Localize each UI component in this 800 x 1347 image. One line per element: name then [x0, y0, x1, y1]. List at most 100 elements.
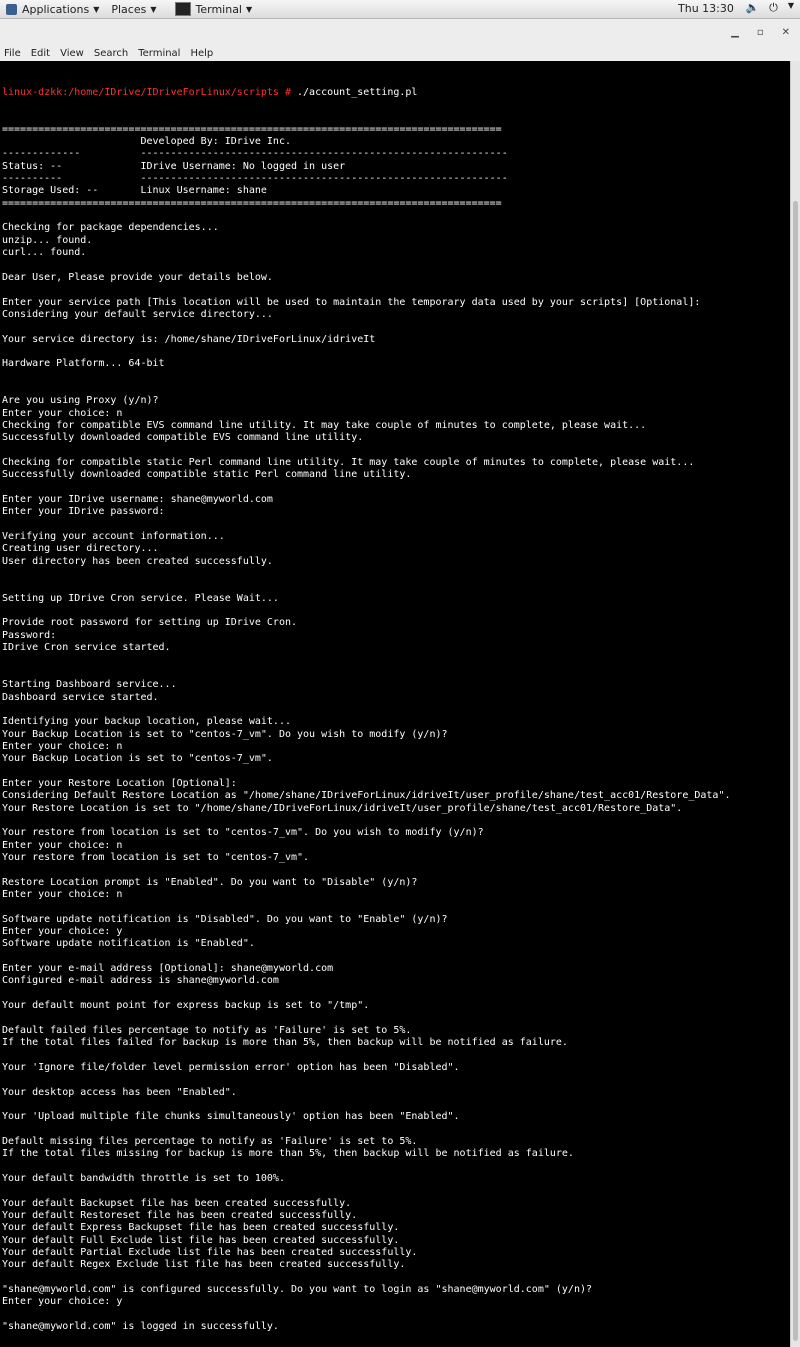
system-tray[interactable]: 🔈 ⏻ ▼ — [745, 1, 794, 15]
menu-view[interactable]: View — [60, 48, 84, 59]
chevron-down-icon: ▼ — [93, 4, 100, 14]
menu-file[interactable]: File — [4, 48, 21, 59]
terminal-line: Creating user directory... — [2, 543, 159, 555]
terminal-line: Default missing files percentage to noti… — [2, 1135, 418, 1147]
chevron-down-icon: ▼ — [246, 4, 253, 14]
terminal-line: Software update notification is "Disable… — [2, 913, 448, 925]
terminal-taskbar-button[interactable]: Terminal ▼ — [169, 0, 259, 18]
terminal-line: Dashboard service started. — [2, 691, 159, 703]
places-label: Places — [111, 2, 147, 16]
terminal-line: Your default Backupset file has been cre… — [2, 1197, 352, 1209]
command-text: ./account_setting.pl — [290, 86, 418, 98]
terminal-line: "shane@myworld.com" is logged in success… — [2, 1321, 279, 1333]
terminal-line: Checking for compatible static Perl comm… — [2, 457, 695, 468]
command-line: linux-dzkk:/home/IDrive/IDriveForLinux/s… — [2, 87, 790, 99]
terminal-menubar: File Edit View Search Terminal Help — [0, 46, 800, 61]
terminal-line: Checking for compatible EVS command line… — [2, 419, 647, 431]
terminal-icon — [174, 2, 191, 16]
terminal-line: If the total files missing for backup is… — [2, 1148, 574, 1160]
terminal-scrollbar[interactable] — [790, 61, 800, 1347]
applications-menu[interactable]: Applications ▼ — [0, 0, 105, 18]
terminal-line: Are you using Proxy (y/n)? — [2, 395, 159, 407]
power-icon[interactable]: ⏻ — [769, 1, 778, 15]
terminal-line: Software update notification is "Enabled… — [2, 938, 255, 950]
terminal-line: Setting up IDrive Cron service. Please W… — [2, 592, 279, 604]
window-controls: ▁ ▫ ✕ — [731, 27, 790, 38]
terminal-line: Considering Default Restore Location as … — [2, 790, 731, 802]
terminal-line: IDrive Cron service started. — [2, 642, 171, 654]
maximize-icon[interactable]: ▫ — [757, 27, 764, 38]
window-titlebar[interactable] — [0, 19, 800, 46]
scrollbar-thumb[interactable] — [793, 201, 798, 1341]
terminal-line: Your default Partial Exclude list file h… — [2, 1247, 418, 1258]
close-icon[interactable]: ✕ — [782, 27, 790, 38]
terminal-line: Your desktop access has been "Enabled". — [2, 1086, 237, 1098]
terminal-line: Your default bandwidth throttle is set t… — [2, 1172, 285, 1184]
terminal-line: Your Restore Location is set to "/home/s… — [2, 802, 683, 814]
clock[interactable]: Thu 13:30 — [678, 2, 734, 15]
minimize-icon[interactable]: ▁ — [731, 27, 739, 38]
chevron-down-icon[interactable]: ▼ — [788, 1, 794, 15]
terminal-line: Your default Restoreset file has been cr… — [2, 1209, 358, 1221]
terminal-line: Identifying your backup location, please… — [2, 716, 291, 728]
terminal-line: If the total files failed for backup is … — [2, 1037, 568, 1049]
menu-terminal[interactable]: Terminal — [138, 48, 180, 59]
terminal-line: Successfully downloaded compatible stati… — [2, 469, 412, 481]
menu-help[interactable]: Help — [190, 48, 213, 59]
terminal-line: Your service directory is: /home/shane/I… — [2, 333, 376, 345]
terminal-line: Configured e-mail address is shane@mywor… — [2, 975, 279, 987]
terminal-task-label: Terminal — [195, 2, 243, 16]
terminal-line: Developed By: IDrive Inc. — [2, 136, 291, 148]
terminal-line: Enter your IDrive username: shane@myworl… — [2, 494, 273, 506]
menu-search[interactable]: Search — [94, 48, 128, 59]
terminal-output[interactable]: linux-dzkk:/home/IDrive/IDriveForLinux/s… — [0, 61, 790, 1347]
terminal-lines: linux-dzkk:/home/IDrive/IDriveForLinux/s… — [0, 61, 790, 1347]
terminal-line: Enter your choice: y — [2, 926, 123, 938]
terminal-line: Default failed files percentage to notif… — [2, 1024, 412, 1036]
terminal-line: Checking for package dependencies... — [2, 222, 219, 234]
terminal-line: "shane@myworld.com" is configured succes… — [2, 1284, 593, 1296]
terminal-line: Enter your IDrive password: — [2, 506, 165, 518]
terminal-line: Storage Used: -- Linux Username: shane — [2, 185, 267, 197]
terminal-line: Your default Express Backupset file has … — [2, 1222, 400, 1234]
chevron-down-icon: ▼ — [150, 4, 157, 14]
volume-icon[interactable]: 🔈 — [745, 1, 759, 15]
terminal-line: Enter your service path [This location w… — [2, 296, 701, 308]
terminal-line: curl... found. — [2, 247, 87, 259]
places-menu[interactable]: Places ▼ — [105, 0, 162, 18]
terminal-line: Password: — [2, 629, 57, 641]
applications-label: Applications — [22, 2, 90, 16]
menu-edit[interactable]: Edit — [31, 48, 50, 59]
terminal-line: ========================================… — [2, 197, 502, 209]
terminal-line: Verifying your account information... — [2, 531, 225, 543]
terminal-line: Successfully downloaded compatible EVS c… — [2, 432, 364, 444]
terminal-line: ------------- --------------------------… — [2, 148, 508, 160]
terminal-line: Enter your Restore Location [Optional]: — [2, 777, 237, 789]
terminal-line: Enter your choice: y — [2, 1296, 123, 1308]
